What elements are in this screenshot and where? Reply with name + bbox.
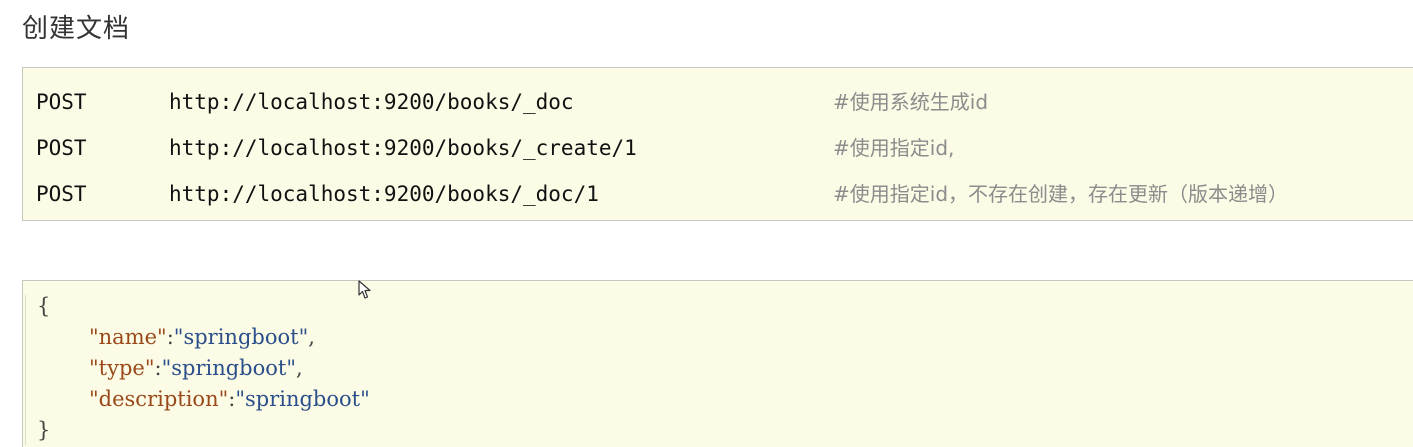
json-field-row: "type":"springboot",: [89, 353, 303, 383]
json-body-block: { "name":"springboot", "type":"springboo…: [22, 280, 1413, 447]
request-url: http://localhost:9200/books/_create/1: [169, 136, 637, 160]
json-separator: :: [166, 325, 174, 349]
request-row: POST http://localhost:9200/books/_create…: [23, 133, 1413, 163]
section-title: 创建文档: [22, 14, 131, 44]
mouse-pointer-icon: [358, 280, 371, 299]
request-method: POST: [36, 90, 87, 114]
request-row: POST http://localhost:9200/books/_doc #使…: [23, 87, 1413, 117]
json-key: "description": [89, 387, 229, 411]
request-comment: #使用指定id,: [833, 136, 955, 160]
json-key: "name": [89, 325, 167, 349]
json-value: "springboot": [161, 356, 297, 380]
request-url: http://localhost:9200/books/_doc/1: [169, 182, 599, 206]
request-code-block: POST http://localhost:9200/books/_doc #使…: [22, 67, 1413, 221]
json-key: "type": [89, 356, 155, 380]
document-page: 创建文档 POST http://localhost:9200/books/_d…: [0, 0, 1413, 447]
json-trailing-comma: ,: [296, 356, 303, 380]
json-trailing-comma: ,: [308, 325, 315, 349]
code-gutter-line: [25, 295, 26, 445]
json-close-brace: }: [37, 418, 51, 442]
request-url: http://localhost:9200/books/_doc: [169, 90, 574, 114]
json-separator: :: [154, 356, 162, 380]
json-open-brace: {: [37, 294, 51, 318]
request-comment: #使用指定id，不存在创建，存在更新（版本递增）: [833, 182, 1289, 206]
json-value: "springboot": [235, 387, 370, 411]
request-method: POST: [36, 136, 87, 160]
request-row: POST http://localhost:9200/books/_doc/1 …: [23, 179, 1413, 209]
request-comment: #使用系统生成id: [833, 90, 989, 114]
json-value: "springboot": [173, 325, 309, 349]
json-field-row: "name":"springboot",: [89, 322, 315, 352]
request-method: POST: [36, 182, 87, 206]
json-field-row: "description":"springboot": [89, 384, 370, 414]
